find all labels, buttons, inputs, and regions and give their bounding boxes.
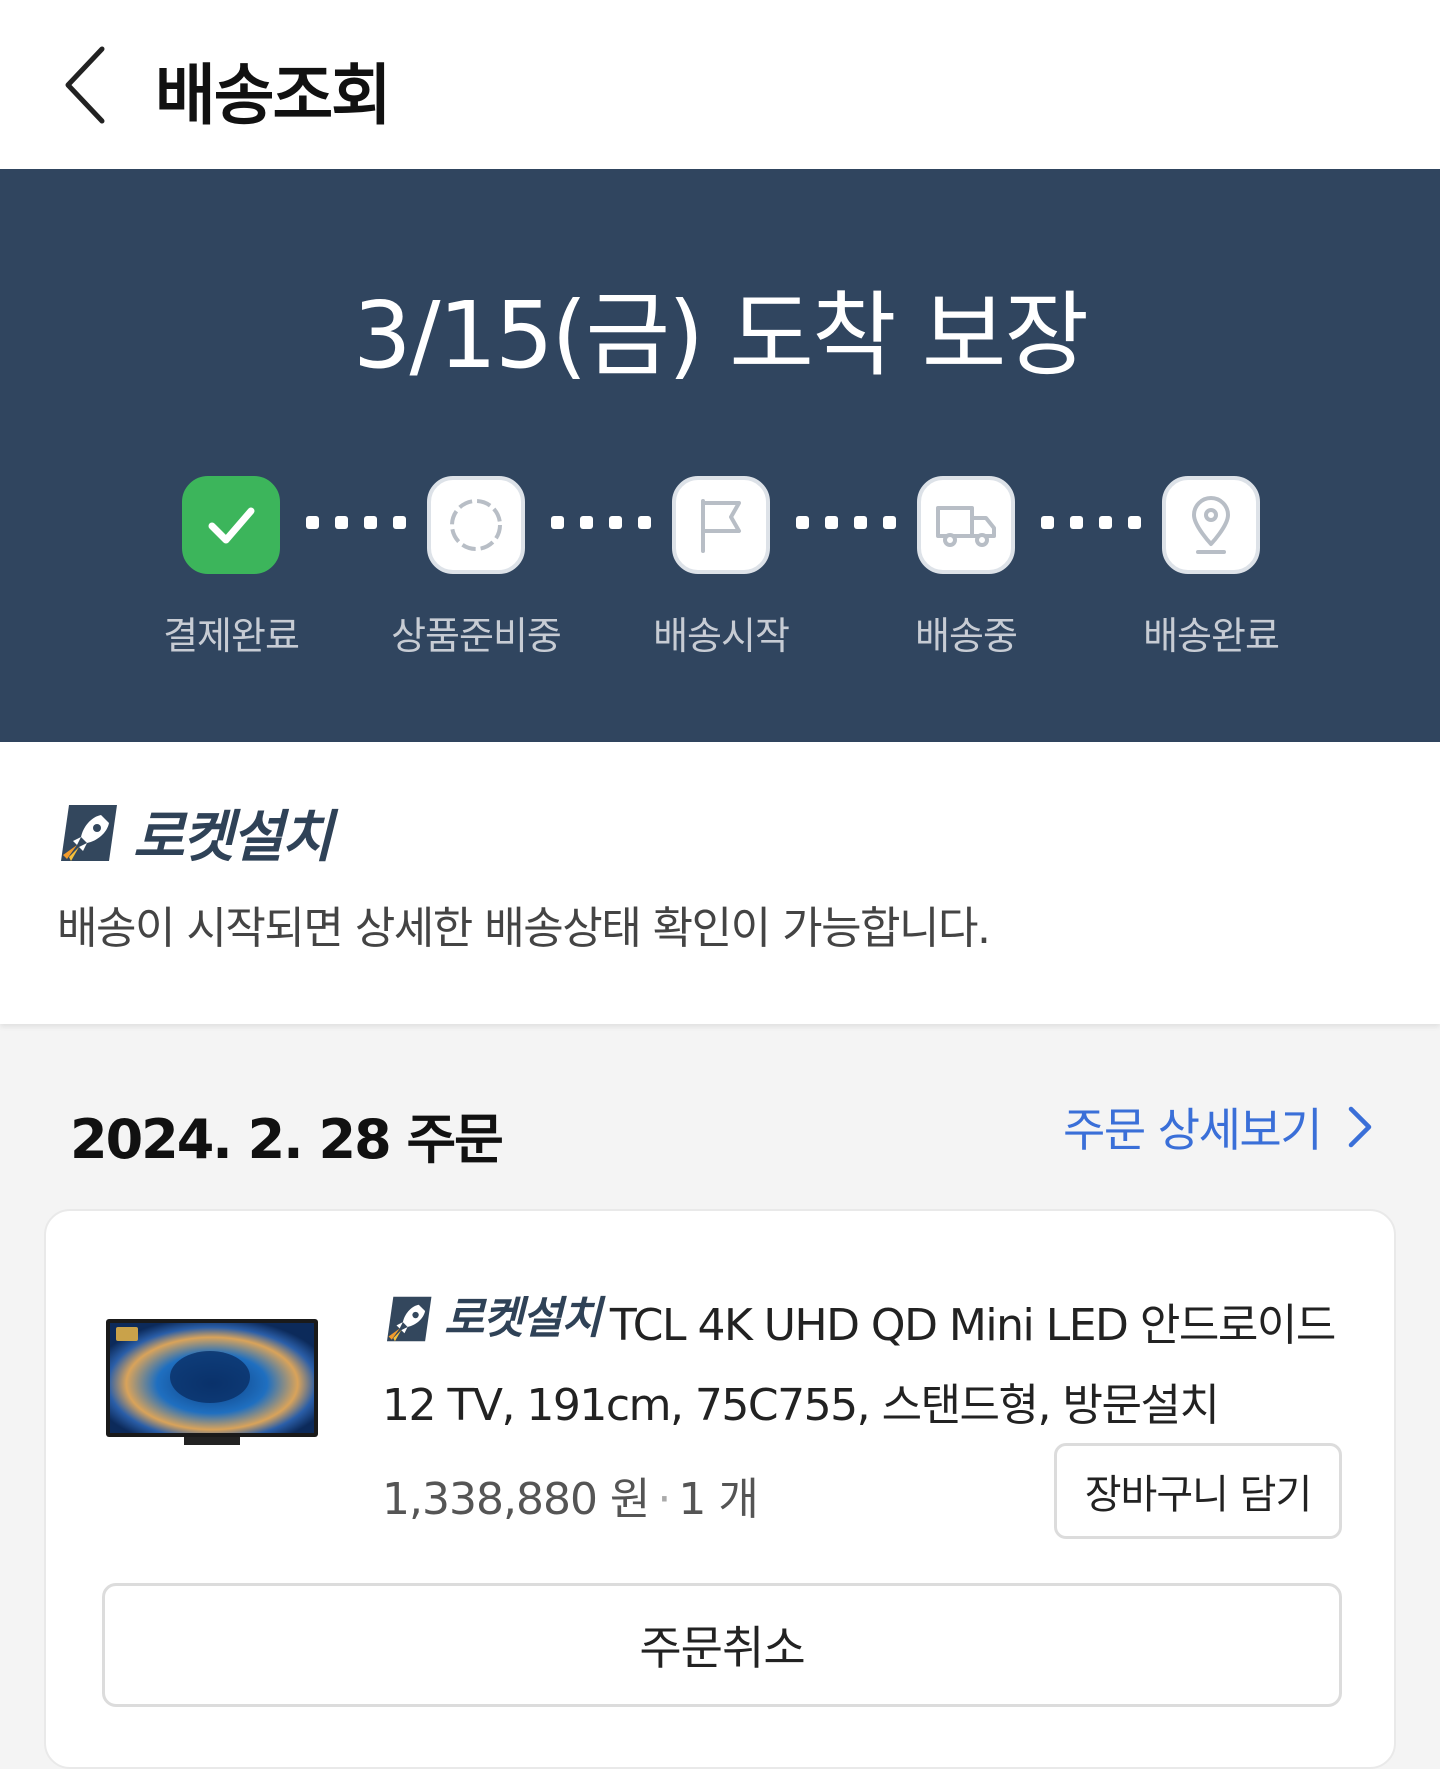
back-button[interactable] (50, 40, 120, 130)
step-label: 배송중 (915, 614, 1018, 658)
location-pin-icon (1192, 496, 1230, 554)
rocket-icon (386, 1296, 432, 1342)
page-title: 배송조회 (155, 57, 392, 134)
order-card: 로켓설치 TCL 4K UHD QD Mini LED 안드로이드12 TV, … (44, 1209, 1396, 1769)
product-title[interactable]: 로켓설치 TCL 4K UHD QD Mini LED 안드로이드12 TV, … (382, 1279, 1342, 1446)
step-shipping-started (672, 476, 770, 574)
check-icon (208, 507, 255, 544)
step-connector (306, 516, 406, 530)
chevron-right-icon (1348, 1106, 1372, 1148)
price-quantity: 1,338,880 원 · 1 개 (382, 1463, 759, 1527)
chevron-left-icon (65, 46, 105, 124)
order-date: 2024. 2. 28 주문 (70, 1108, 504, 1171)
rocket-install-section: 로켓설치 배송이 시작되면 상세한 배송상태 확인이 가능합니다. (0, 742, 1440, 1024)
step-connector (551, 516, 651, 530)
step-payment-complete (182, 476, 280, 574)
rocket-install-label: 로켓설치 (444, 1293, 601, 1344)
add-to-cart-button[interactable]: 장바구니 담기 (1054, 1443, 1342, 1539)
install-description: 배송이 시작되면 상세한 배송상태 확인이 가능합니다. (57, 903, 991, 954)
product-image[interactable] (102, 1307, 322, 1457)
flag-icon (701, 499, 741, 553)
truck-icon (936, 506, 996, 547)
step-delivered (1162, 476, 1260, 574)
rocket-install-badge: 로켓설치 (382, 1279, 601, 1359)
step-connector (1041, 516, 1141, 530)
separator: · (657, 1474, 671, 1525)
step-label: 상품준비중 (391, 614, 562, 658)
cancel-order-button[interactable]: 주문취소 (102, 1583, 1342, 1707)
top-bar: 배송조회 (0, 0, 1440, 169)
order-detail-label: 주문 상세보기 (1063, 1103, 1323, 1157)
product-price: 1,338,880 원 (382, 1474, 650, 1525)
rocket-install-badge: 로켓설치 (55, 792, 333, 873)
step-connector (796, 516, 896, 530)
step-label: 배송시작 (653, 614, 790, 658)
rocket-install-label: 로켓설치 (133, 805, 333, 870)
step-preparing (427, 476, 525, 574)
loading-circle-icon (450, 499, 502, 551)
order-detail-link[interactable]: 주문 상세보기 (1063, 1094, 1373, 1160)
rocket-icon (61, 804, 117, 861)
arrival-guarantee: 3/15(금) 도착 보장 (352, 282, 1089, 389)
step-in-transit (917, 476, 1015, 574)
step-label: 배송완료 (1143, 614, 1280, 658)
product-quantity: 1 개 (678, 1474, 758, 1525)
tv-product-image (106, 1319, 318, 1445)
step-label: 결제완료 (163, 614, 300, 658)
